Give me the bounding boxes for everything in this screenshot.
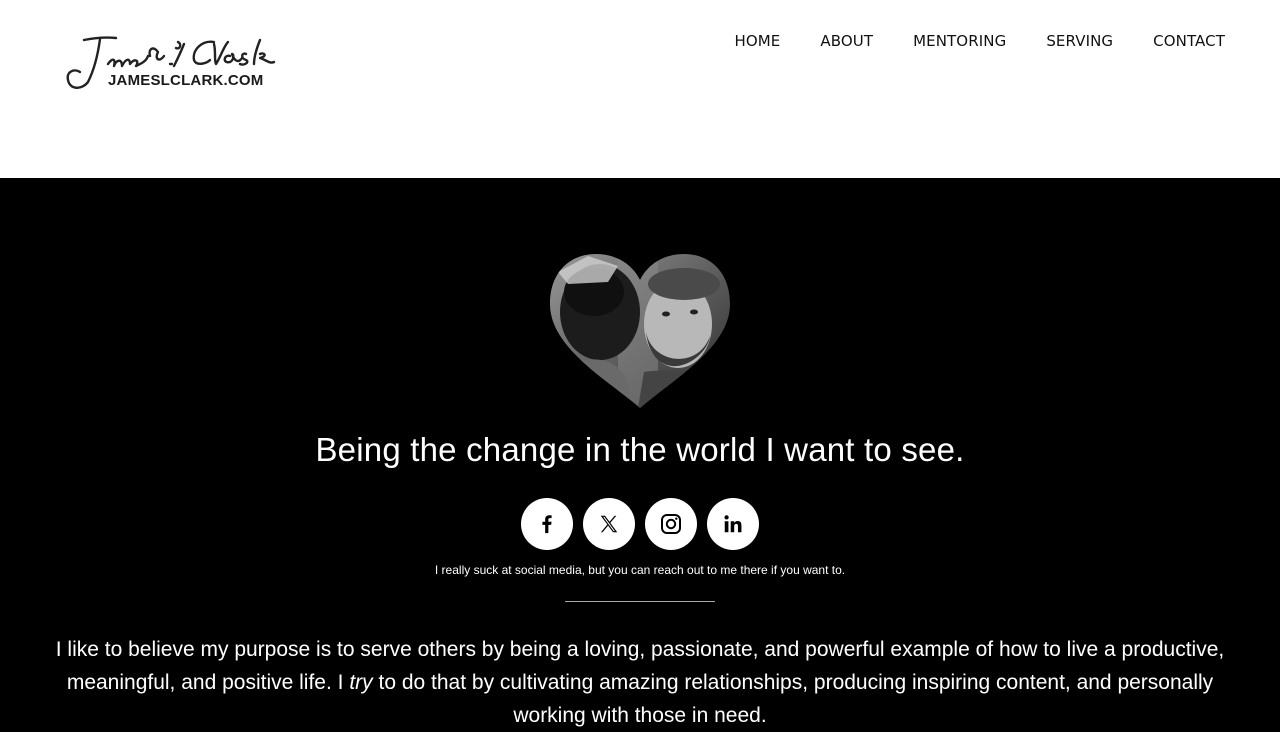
- social-note: I really suck at social media, but you c…: [434, 563, 846, 577]
- facebook-icon: [542, 515, 552, 534]
- purpose-emphasis: try: [349, 671, 373, 694]
- x-link[interactable]: [583, 498, 635, 550]
- nav-home[interactable]: HOME: [734, 32, 780, 50]
- linkedin-icon: [724, 515, 742, 533]
- nav-serving[interactable]: SERVING: [1046, 32, 1113, 50]
- purpose-text-end: to do that by cultivating amazing relati…: [372, 671, 1214, 727]
- instagram-link[interactable]: [645, 498, 697, 550]
- logo-url-text: JAMESLCLARK.COM: [108, 72, 264, 89]
- heart-photo: [550, 254, 730, 408]
- hero-section: Being the change in the world I want to …: [0, 178, 1280, 727]
- linkedin-link[interactable]: [707, 498, 759, 550]
- facebook-link[interactable]: [521, 498, 573, 550]
- social-links: [521, 498, 759, 550]
- main-nav: HOME ABOUT MENTORING SERVING CONTACT: [734, 32, 1225, 50]
- nav-about[interactable]: ABOUT: [820, 32, 873, 50]
- nav-contact[interactable]: CONTACT: [1153, 32, 1225, 50]
- section-divider: [565, 601, 715, 602]
- purpose-statement: I like to believe my purpose is to serve…: [40, 633, 1240, 732]
- instagram-icon: [661, 514, 681, 534]
- nav-mentoring[interactable]: MENTORING: [913, 32, 1006, 50]
- site-header: JAMESLCLARK.COM HOME ABOUT MENTORING SER…: [0, 0, 1280, 178]
- hero-tagline: Being the change in the world I want to …: [315, 431, 965, 468]
- site-logo[interactable]: JAMESLCLARK.COM: [64, 34, 286, 92]
- x-icon: [600, 515, 618, 533]
